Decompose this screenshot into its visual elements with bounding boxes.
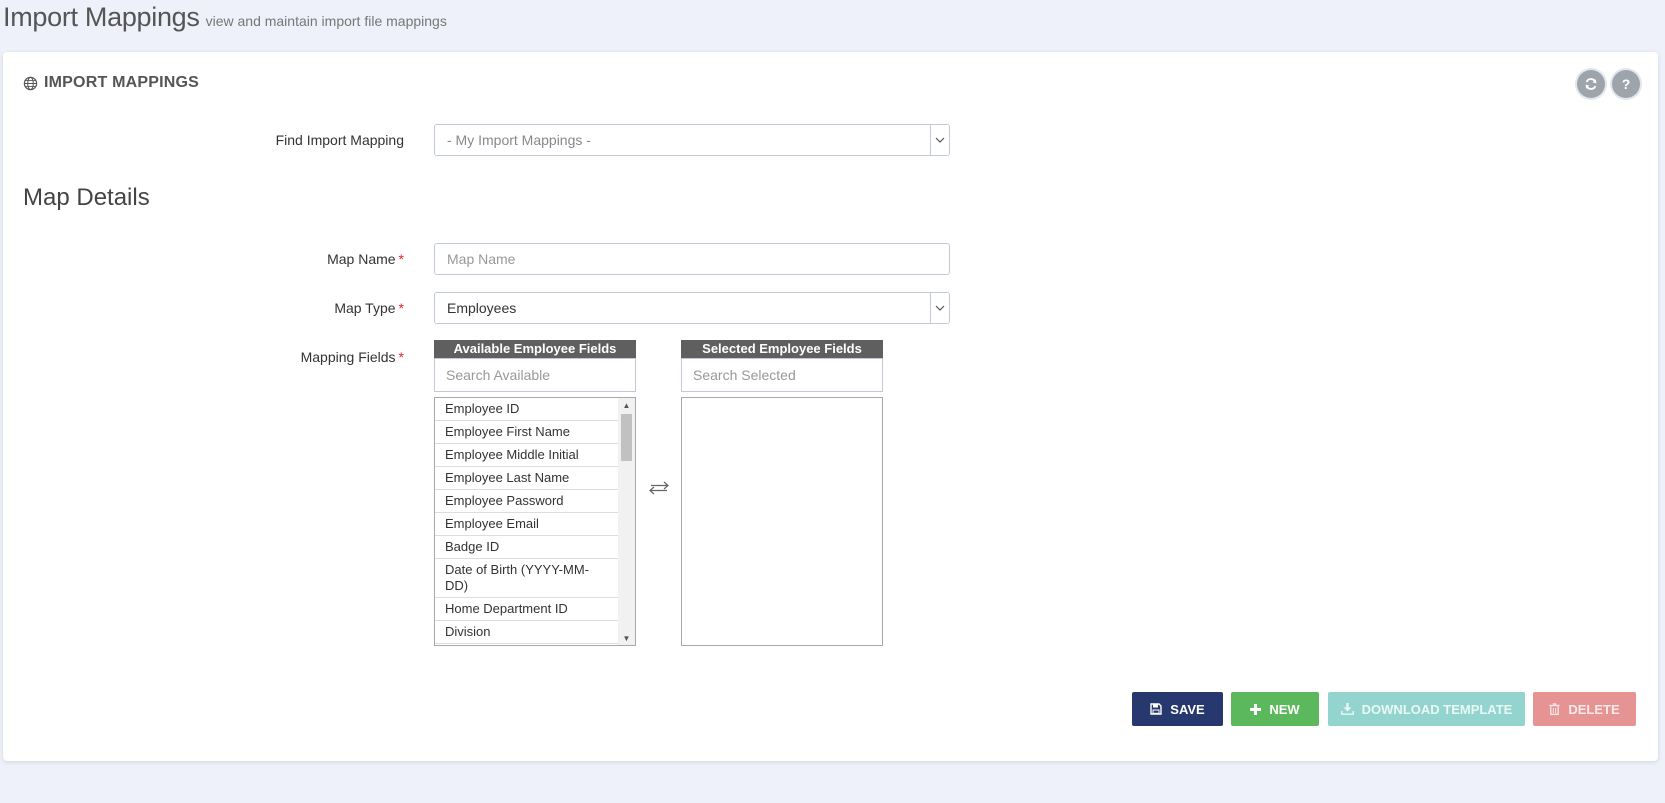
panel-tools: ? — [1577, 70, 1640, 98]
selected-fields-list[interactable] — [681, 397, 883, 646]
map-type-label: Map Type * — [104, 300, 404, 316]
mapping-fields-label: Mapping Fields * — [104, 349, 404, 365]
list-item[interactable]: Date of Birth (YYYY-MM-DD) — [435, 559, 618, 598]
panel-caption-text: IMPORT MAPPINGS — [44, 74, 200, 91]
download-icon — [1340, 703, 1354, 715]
list-item[interactable]: Employee First Name — [435, 421, 618, 444]
swap-arrows-icon[interactable] — [648, 480, 670, 496]
scroll-down-icon[interactable]: ▼ — [618, 631, 635, 645]
list-item[interactable]: Employee Password — [435, 490, 618, 513]
floppy-disk-icon — [1150, 703, 1162, 715]
page-header: Import Mappings view and maintain import… — [3, 2, 447, 42]
find-import-mapping-label: Find Import Mapping — [104, 132, 404, 148]
page-title: Import Mappings — [3, 2, 200, 32]
list-item[interactable]: Employee Last Name — [435, 467, 618, 490]
list-item[interactable]: Badge ID — [435, 536, 618, 559]
search-selected-placeholder: Search Selected — [693, 367, 796, 383]
list-item[interactable]: Home Department ID — [435, 598, 618, 621]
find-import-mapping-label-text: Find Import Mapping — [275, 132, 404, 148]
list-item[interactable]: Division — [435, 621, 618, 644]
new-button[interactable]: NEW — [1231, 692, 1319, 726]
map-name-label-text: Map Name — [327, 251, 396, 267]
map-name-placeholder: Map Name — [447, 251, 516, 267]
chevron-down-icon — [930, 125, 949, 155]
help-button[interactable]: ? — [1612, 70, 1640, 98]
available-list-scrollbar[interactable]: ▲ ▼ — [618, 398, 635, 645]
required-marker: * — [398, 300, 404, 316]
panel-caption: IMPORT MAPPINGS — [23, 74, 199, 92]
required-marker: * — [398, 349, 404, 365]
search-available-placeholder: Search Available — [446, 367, 551, 383]
list-item[interactable]: Employee Email — [435, 513, 618, 536]
mapping-fields-label-text: Mapping Fields — [300, 349, 396, 365]
search-selected-input[interactable]: Search Selected — [681, 358, 883, 392]
scroll-thumb[interactable] — [621, 414, 632, 461]
selected-fields-header: Selected Employee Fields — [681, 340, 883, 358]
map-name-input[interactable]: Map Name — [434, 243, 950, 275]
save-button[interactable]: SAVE — [1132, 692, 1223, 726]
plus-icon — [1250, 703, 1262, 715]
help-icon: ? — [1621, 76, 1631, 92]
delete-button[interactable]: DELETE — [1533, 692, 1636, 726]
search-available-input[interactable]: Search Available — [434, 358, 636, 392]
list-item[interactable]: Employee ID — [435, 398, 618, 421]
map-type-select[interactable]: Employees — [434, 292, 950, 324]
refresh-button[interactable] — [1577, 70, 1605, 98]
available-fields-header: Available Employee Fields — [434, 340, 636, 358]
list-item[interactable]: Employee Middle Initial — [435, 444, 618, 467]
download-template-button[interactable]: DOWNLOAD TEMPLATE — [1328, 692, 1525, 726]
download-template-button-label: DOWNLOAD TEMPLATE — [1361, 701, 1513, 717]
chevron-down-icon — [930, 293, 949, 323]
trash-icon — [1549, 703, 1560, 715]
scroll-up-icon[interactable]: ▲ — [618, 398, 635, 412]
refresh-icon — [1585, 78, 1597, 90]
delete-button-label: DELETE — [1568, 701, 1620, 717]
map-details-title: Map Details — [23, 184, 150, 211]
find-import-mapping-select[interactable]: - My Import Mappings - — [434, 124, 950, 156]
required-marker: * — [398, 251, 404, 267]
available-fields-list[interactable]: Employee ID Employee First Name Employee… — [434, 397, 636, 646]
map-type-label-text: Map Type — [334, 300, 396, 316]
globe-icon — [23, 76, 38, 90]
find-import-mapping-value: - My Import Mappings - — [447, 132, 591, 148]
map-type-value: Employees — [447, 300, 517, 316]
map-name-label: Map Name * — [104, 251, 404, 267]
page-subtitle: view and maintain import file mappings — [205, 13, 447, 29]
new-button-label: NEW — [1269, 701, 1300, 717]
save-button-label: SAVE — [1170, 701, 1205, 717]
